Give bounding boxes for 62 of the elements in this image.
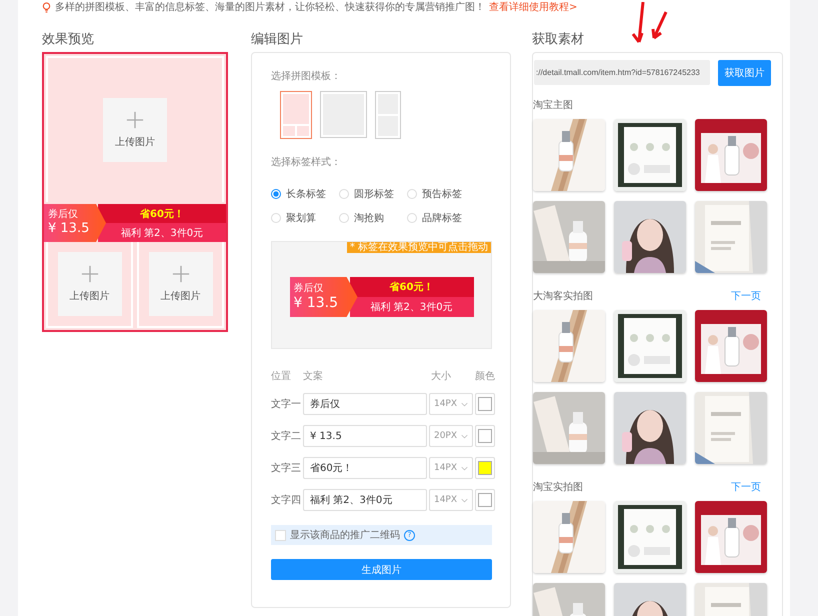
column-header: 颜色 bbox=[475, 370, 495, 383]
section-title: 编辑图片 bbox=[251, 31, 304, 49]
row-label: 文字一 bbox=[271, 398, 301, 411]
field-label: 选择拼图模板： bbox=[271, 70, 342, 83]
upload-tile[interactable]: 上传图片 bbox=[148, 252, 212, 316]
plus-icon bbox=[126, 111, 144, 129]
text-field[interactable]: 省60元！ bbox=[303, 457, 427, 479]
column-header: 大小 bbox=[430, 370, 452, 383]
arrow-drawing bbox=[631, 2, 668, 44]
upload-label: 上传图片 bbox=[115, 136, 155, 149]
tag-text: 福利 第2、3件0元 bbox=[350, 297, 474, 317]
chevron-icon bbox=[461, 466, 468, 470]
text-field[interactable]: 券后仅 bbox=[303, 393, 427, 415]
column-header: 文案 bbox=[303, 370, 324, 383]
text-field[interactable]: 福利 第2、3件0元 bbox=[303, 489, 427, 511]
checkbox-label: 显示该商品的推广二维码 bbox=[290, 528, 400, 542]
template-thumbnail[interactable] bbox=[280, 91, 312, 139]
field-label: 选择标签样式： bbox=[271, 156, 342, 169]
radio-option[interactable]: 聚划算 bbox=[271, 211, 339, 225]
column-header: 位置 bbox=[271, 370, 292, 383]
section-label: 淘宝实拍图 bbox=[533, 480, 583, 494]
text-field[interactable]: ¥ 13.5 bbox=[303, 425, 427, 447]
section-label: 淘宝主图 bbox=[533, 98, 573, 112]
notice-text: 多样的拼图模板、丰富的信息标签、海量的图片素材，让你轻松、快速获得你的专属营销推广图！ bbox=[55, 0, 485, 14]
color-picker[interactable] bbox=[475, 457, 495, 479]
tag-text: 券后仅 bbox=[294, 283, 324, 295]
row-label: 文字二 bbox=[271, 430, 301, 443]
radio-option[interactable]: 预告标签 bbox=[407, 187, 475, 201]
section-label: 大淘客实拍图 bbox=[533, 290, 593, 303]
upload-tile[interactable]: 上传图片 bbox=[103, 98, 167, 162]
color-picker[interactable] bbox=[475, 393, 495, 415]
template-thumbnail[interactable] bbox=[320, 91, 367, 138]
section-title: 效果预览 bbox=[42, 31, 95, 49]
tag-price: ¥ 13.5 bbox=[48, 221, 90, 237]
chevron-icon bbox=[461, 498, 468, 502]
row-label: 文字三 bbox=[271, 462, 301, 475]
template-thumbnail[interactable] bbox=[375, 91, 401, 139]
radio-option[interactable]: 淘抢购 bbox=[339, 211, 407, 225]
tag-price: ¥ 13.5 bbox=[294, 295, 340, 311]
plus-icon bbox=[172, 265, 190, 283]
url-field[interactable]: ://detail.tmall.com/item.htm?id=578167245233 bbox=[534, 60, 710, 85]
radio-option[interactable]: 品牌标签 bbox=[407, 211, 475, 225]
chevron-icon bbox=[461, 434, 468, 438]
upload-tile[interactable]: 上传图片 bbox=[58, 252, 122, 316]
hint-badge: * 标签在效果预览中可点击拖动 bbox=[346, 242, 491, 253]
section-title: 获取素材 bbox=[532, 31, 585, 49]
radio-option[interactable]: 长条标签 bbox=[271, 187, 339, 201]
tag-text: 省60元！ bbox=[98, 204, 226, 223]
plus-icon bbox=[80, 265, 98, 283]
bulb-icon bbox=[42, 2, 51, 12]
tag-text: 福利 第2、3件0元 bbox=[98, 223, 226, 242]
color-picker[interactable] bbox=[475, 489, 495, 511]
tag-text: 省60元！ bbox=[350, 277, 474, 297]
radio-option[interactable]: 圆形标签 bbox=[339, 187, 407, 201]
checkbox[interactable] bbox=[275, 530, 286, 540]
row-label: 文字四 bbox=[271, 494, 301, 507]
upload-label: 上传图片 bbox=[70, 290, 110, 303]
tutorial-link[interactable]: 查看详细使用教程> bbox=[489, 0, 578, 14]
chevron-icon bbox=[461, 402, 468, 406]
tag-text: 券后仅 bbox=[48, 209, 79, 221]
upload-label: 上传图片 bbox=[160, 290, 200, 303]
color-picker[interactable] bbox=[475, 425, 495, 447]
